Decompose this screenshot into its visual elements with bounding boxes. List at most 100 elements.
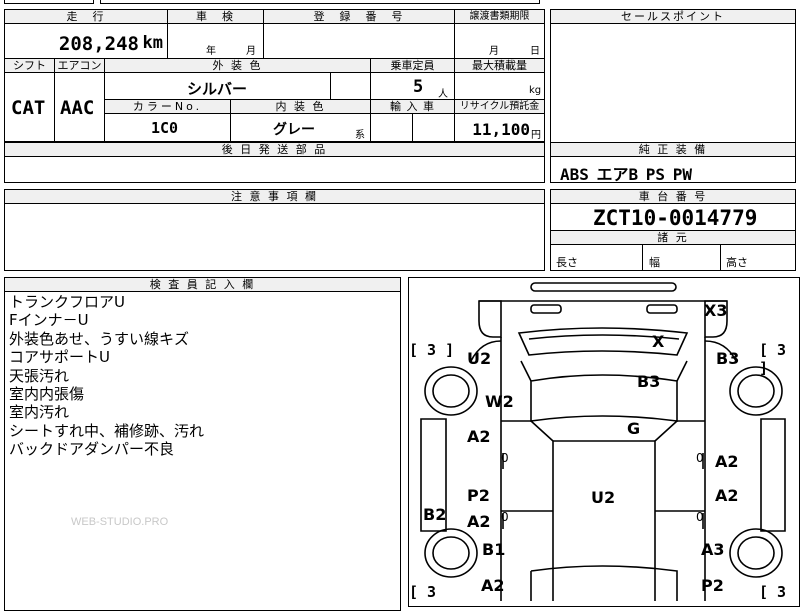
interior-value: グレー: [273, 122, 315, 138]
color-no-cell: 1C0: [104, 113, 231, 142]
note-line: 室内内張傷: [9, 385, 85, 404]
import-label: 輸 入 車: [370, 99, 455, 114]
inspection-cell: 年 月: [167, 23, 264, 59]
interior-cell: グレー 系: [230, 113, 371, 142]
inspection-label: 車 検: [167, 9, 264, 24]
damage-mark: B1: [482, 540, 506, 559]
width-label: 幅: [649, 256, 660, 269]
capacity-cell: 5 人: [370, 72, 455, 100]
watermark: WEB-STUDIO.PRO: [71, 516, 169, 528]
damage-mark: A2: [715, 452, 739, 471]
damage-mark: A2: [481, 576, 505, 595]
damage-mark: A2: [715, 486, 739, 505]
mileage-cell: 208,248 km: [4, 23, 168, 59]
capacity-label: 乗車定員: [370, 58, 455, 73]
damage-mark: W2: [485, 392, 514, 411]
registration-label: 登 録 番 号: [263, 9, 455, 24]
damage-mark: 0: [501, 451, 509, 465]
damage-mark: 0: [696, 451, 704, 465]
max-load-unit: kg: [529, 85, 542, 96]
inspection-year: 年: [206, 46, 216, 57]
aircon-label: エアコン: [54, 58, 105, 73]
damage-mark: B3: [716, 349, 740, 368]
chassis-label: 車 台 番 号: [550, 189, 796, 204]
inspection-month: 月: [246, 46, 256, 57]
registration-cell: [263, 23, 455, 59]
note-line: バックドアダンパー不良: [9, 440, 175, 459]
width-cell: 幅: [642, 244, 721, 271]
note-line: 外装色あせ、うすい線キズ: [9, 329, 190, 348]
sales-point-area: [550, 23, 796, 143]
damage-mark: X: [652, 332, 665, 351]
damage-mark: B2: [423, 505, 447, 524]
damage-mark: A2: [467, 512, 491, 531]
ext-color-cell: シルバー: [104, 72, 331, 100]
color-no-value: 1C0: [151, 119, 179, 137]
recycle-label: リサイクル預託金: [454, 99, 545, 114]
top-strip-left: [4, 0, 94, 4]
damage-mark: U2: [467, 349, 492, 368]
height-cell: 高さ: [720, 244, 796, 271]
max-load-cell: kg: [454, 72, 545, 100]
import-cell-b: [412, 113, 455, 142]
damage-mark: U2: [591, 488, 616, 507]
note-line: Fインナ－U: [9, 311, 89, 330]
inspector-notes-area: トランクフロアU Fインナ－U 外装色あせ、うすい線キズ コアサポートU 天張汚…: [4, 291, 401, 611]
aircon-value: AAC: [60, 97, 95, 119]
mileage-unit: km: [142, 33, 163, 53]
shift-value: CAT: [11, 97, 46, 119]
recycle-value: 11,100: [472, 120, 530, 139]
note-line: トランクフロアU: [9, 293, 125, 311]
later-parts-label: 後 日 発 送 部 品: [4, 142, 545, 157]
shift-label: シフト: [4, 58, 55, 73]
bracket-label: [ 3: [759, 583, 787, 601]
caution-area: [4, 203, 545, 271]
note-line: コアサポートU: [9, 348, 110, 367]
damage-mark: A3: [701, 540, 725, 559]
capacity-unit: 人: [438, 89, 448, 100]
max-load-label: 最大積載量: [454, 58, 545, 73]
interior-label: 内 装 色: [230, 99, 371, 114]
inspector-label: 検 査 員 記 入 欄: [4, 277, 401, 292]
recycle-unit: 円: [531, 130, 541, 141]
length-label: 長さ: [556, 256, 578, 269]
shift-cell: CAT: [4, 72, 55, 142]
damage-mark: 0: [501, 510, 509, 524]
top-strip-mid: [100, 0, 540, 4]
ext-color-value: シルバー: [187, 80, 248, 98]
aircon-cell: AAC: [54, 72, 105, 142]
note-line: 天張汚れ: [9, 366, 70, 385]
damage-mark: G: [627, 419, 641, 438]
color-no-label: カラーNo.: [104, 99, 231, 114]
damage-mark: P2: [701, 576, 724, 595]
damage-mark: P2: [467, 486, 490, 505]
damage-diagram: [ 3 ] [ 3 ] [ 3 [ 3 X3 X U2 B3 B3 W2 G A…: [408, 277, 800, 607]
recycle-cell: 11,100 円: [454, 113, 545, 142]
ext-color-cell-2: [330, 72, 371, 100]
height-label: 高さ: [726, 256, 748, 269]
chassis-cell: ZCT10-0014779: [550, 203, 796, 231]
bracket-label: [ 3 ]: [759, 341, 787, 377]
mileage-value: 208,248: [58, 33, 139, 55]
chassis-number: ZCT10-0014779: [593, 206, 758, 230]
transfer-day: 日: [530, 46, 540, 57]
bracket-label: [ 3: [409, 583, 437, 601]
std-equip-value: ABS エアB PS PW: [560, 165, 692, 184]
dims-label: 諸 元: [550, 230, 796, 245]
length-cell: 長さ: [550, 244, 643, 271]
std-equip-label: 純 正 装 備: [550, 142, 796, 157]
mileage-label: 走 行: [4, 9, 168, 24]
damage-mark: 0: [696, 510, 704, 524]
capacity-value: 5: [413, 77, 424, 97]
transfer-deadline-label: 譲渡書類期限: [454, 9, 545, 24]
import-cell-a: [370, 113, 413, 142]
damage-mark: B3: [637, 372, 661, 391]
ext-color-label: 外 装 色: [104, 58, 371, 73]
caution-label: 注 意 事 項 欄: [4, 189, 545, 204]
sales-point-label: セールスポイント: [550, 9, 796, 24]
bracket-label: [ 3 ]: [409, 341, 455, 359]
transfer-deadline-cell: 月 日: [454, 23, 545, 59]
damage-mark: A2: [467, 427, 491, 446]
std-equip-cell: ABS エアB PS PW: [550, 156, 796, 184]
transfer-month: 月: [489, 46, 499, 57]
